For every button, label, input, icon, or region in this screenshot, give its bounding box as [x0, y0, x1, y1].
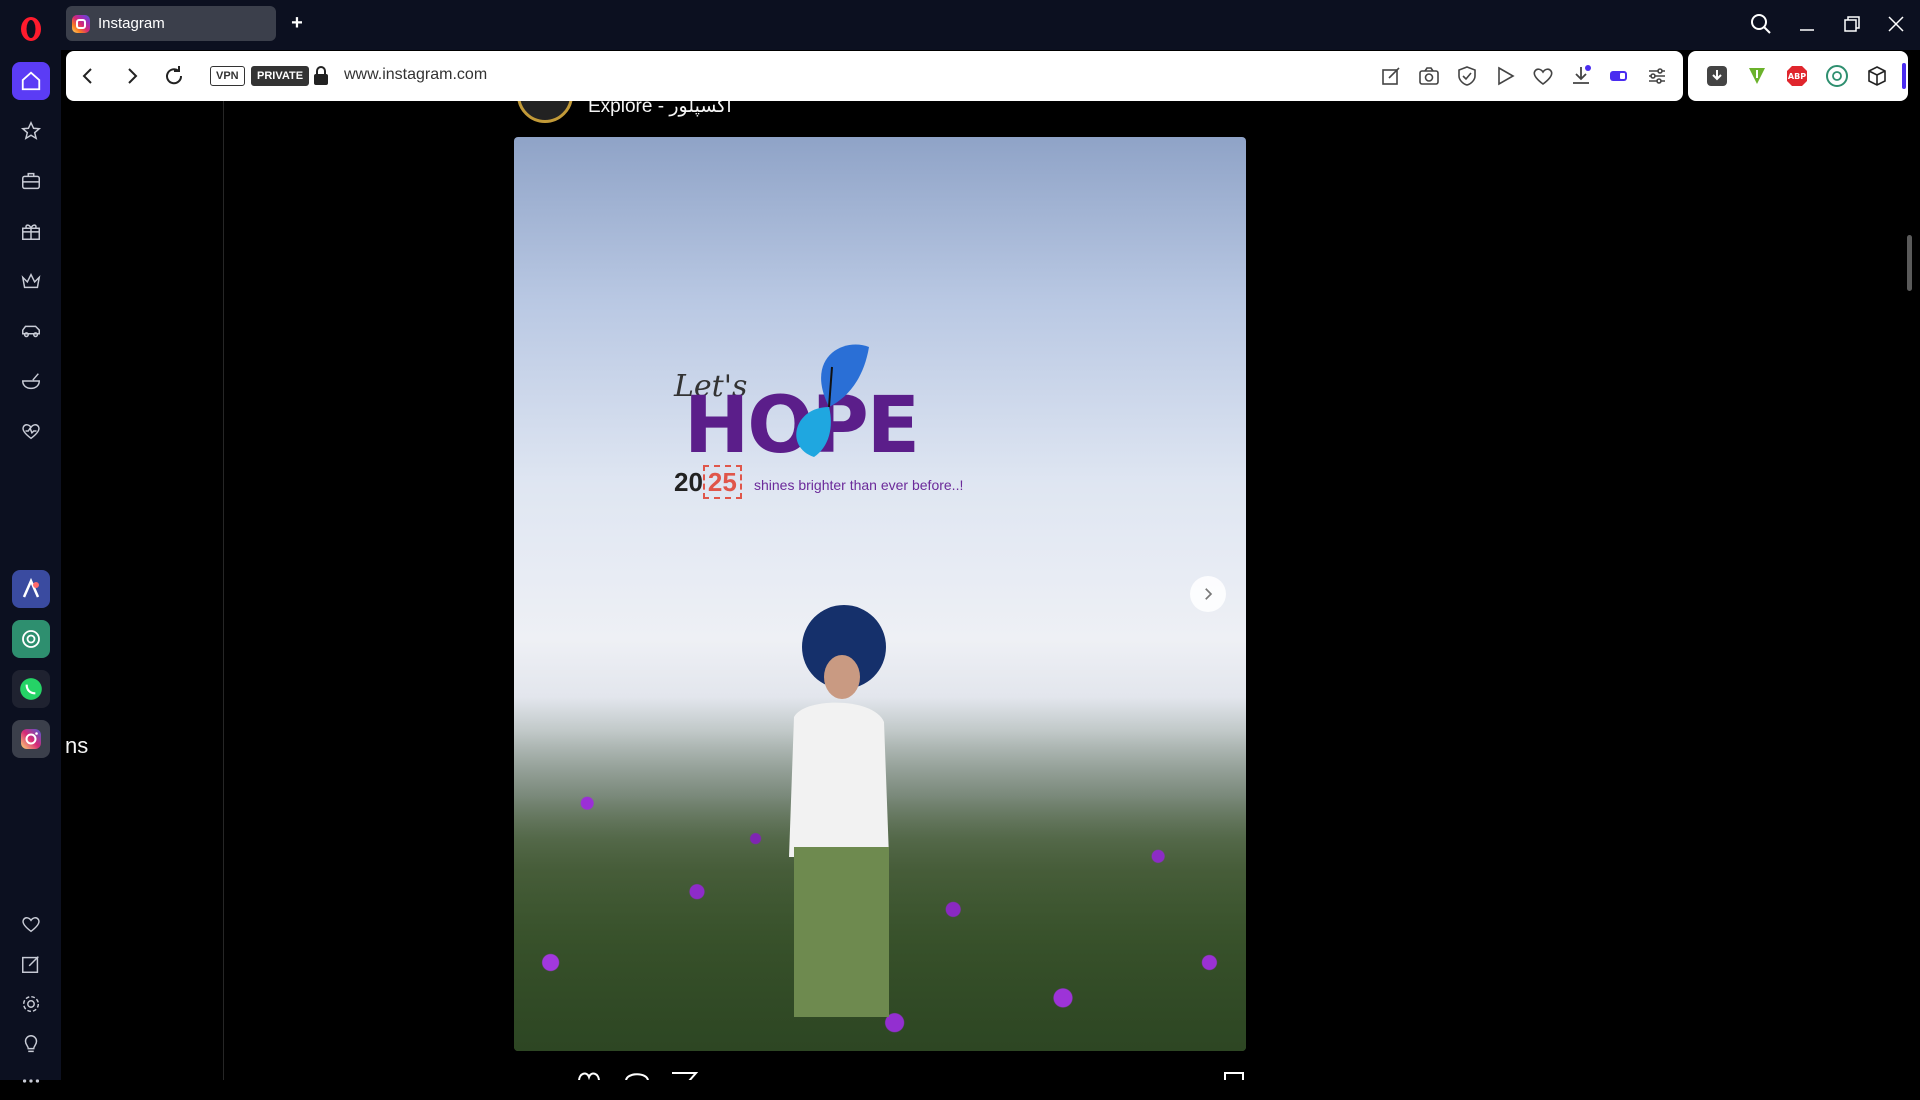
shield-icon[interactable]	[1455, 64, 1479, 88]
car-icon	[22, 325, 40, 338]
minimize-icon[interactable]	[1795, 12, 1819, 36]
sidebar-app-aria[interactable]	[12, 570, 50, 608]
save-icon[interactable]	[1219, 1069, 1249, 1080]
search-tabs-icon[interactable]	[1749, 12, 1773, 36]
adblock-plus-icon[interactable]: ABP	[1785, 64, 1809, 88]
heart-pulse-icon	[22, 424, 40, 440]
heart-icon	[22, 917, 40, 933]
downloader-extension-icon[interactable]	[1705, 64, 1729, 88]
close-icon[interactable]	[1884, 12, 1908, 36]
restore-icon[interactable]	[1840, 12, 1864, 36]
download-icon[interactable]	[1569, 64, 1593, 88]
pinboard-icon	[22, 956, 39, 973]
heart-icon[interactable]	[1531, 64, 1555, 88]
edit-icon[interactable]	[1379, 64, 1403, 88]
sidebar-crown[interactable]	[12, 262, 50, 300]
whatsapp-icon	[20, 678, 42, 700]
sidebar-favorites[interactable]	[12, 905, 50, 943]
post-author-avatar[interactable]	[517, 101, 573, 123]
more-icon	[22, 1079, 40, 1083]
briefcase-icon	[22, 172, 40, 190]
tab-instagram[interactable]: Instagram	[66, 6, 276, 41]
extensions-cube-icon[interactable]	[1865, 64, 1889, 88]
sidebar-gifts[interactable]	[12, 212, 50, 250]
ai-extension-icon[interactable]	[1825, 64, 1849, 88]
logo-tagline: shines brighter than ever before..!	[754, 477, 964, 493]
play-icon[interactable]	[1493, 64, 1517, 88]
torrent-extension-icon[interactable]	[1745, 64, 1769, 88]
address-bar: VPN PRIVATE www.instagram.com	[66, 51, 1683, 101]
easy-setup-icon[interactable]	[1645, 64, 1669, 88]
sidebar-settings[interactable]	[12, 985, 50, 1023]
sidebar-pinboards[interactable]	[12, 945, 50, 983]
title-bar: Instagram +	[0, 0, 1920, 50]
star-icon	[20, 121, 42, 140]
sidebar-home[interactable]	[12, 62, 50, 100]
comment-icon[interactable]	[622, 1069, 652, 1080]
gear-icon	[22, 995, 40, 1013]
vpn-badge[interactable]: VPN	[210, 66, 245, 86]
like-icon[interactable]	[574, 1069, 604, 1080]
logo-year: 20 25	[674, 465, 742, 499]
aria-icon	[22, 577, 40, 598]
person-figure	[789, 605, 889, 1017]
butterfly-icon	[796, 344, 869, 457]
logo-year-prefix: 20	[674, 467, 703, 497]
bowl-icon	[22, 373, 40, 390]
opera-sidebar	[0, 50, 61, 1083]
page-scrollbar[interactable]	[1905, 105, 1915, 1075]
sidebar-work[interactable]	[12, 162, 50, 200]
sidebar-app-chatgpt[interactable]	[12, 620, 50, 658]
sidebar-car[interactable]	[12, 312, 50, 350]
post-image[interactable]: Let's HOPE 2025 shines brighter than eve…	[514, 137, 1246, 1051]
private-badge: PRIVATE	[251, 66, 310, 86]
sidebar-food[interactable]	[12, 362, 50, 400]
tab-title: Instagram	[98, 15, 165, 32]
extensions-bar: ABP	[1688, 51, 1908, 101]
forward-icon[interactable]	[120, 64, 144, 88]
nav-partial-label[interactable]: ns	[65, 733, 88, 759]
page-content: ns Explore - اکسپلور Let's HOPE 2025 shi…	[61, 101, 1920, 1080]
sidebar-speed-dial[interactable]	[12, 112, 50, 150]
crown-icon	[21, 272, 41, 289]
sidebar-tips[interactable]	[12, 1025, 50, 1063]
lock-icon[interactable]	[312, 65, 330, 87]
gift-icon	[22, 224, 40, 240]
post-author-name[interactable]: Explore - اکسپلور	[588, 101, 732, 118]
scrollbar-thumb[interactable]	[1907, 235, 1912, 291]
carousel-next-button[interactable]	[1190, 576, 1226, 612]
url-field[interactable]: www.instagram.com	[344, 66, 487, 84]
share-icon[interactable]	[669, 1069, 699, 1080]
camera-icon[interactable]	[1417, 64, 1441, 88]
lightbulb-icon	[24, 1035, 38, 1053]
chevron-right-icon	[1205, 588, 1213, 600]
sidebar-health[interactable]	[12, 412, 50, 450]
sidebar-app-instagram[interactable]	[12, 720, 50, 758]
logo-year-highlight: 25	[702, 465, 742, 499]
opera-logo-icon[interactable]	[19, 15, 43, 43]
home-icon	[21, 71, 41, 91]
sidebar-toggle-indicator[interactable]	[1902, 63, 1906, 89]
svg-text:ABP: ABP	[1788, 72, 1806, 81]
reload-icon[interactable]	[162, 64, 186, 88]
instagram-icon	[21, 729, 41, 749]
instagram-nav-divider	[223, 101, 224, 1080]
sidebar-more[interactable]	[12, 1062, 50, 1100]
sidebar-app-whatsapp[interactable]	[12, 670, 50, 708]
battery-saver-icon[interactable]	[1607, 64, 1631, 88]
hope-2025-logo: Let's HOPE 2025 shines brighter than eve…	[674, 337, 994, 499]
new-tab-button[interactable]: +	[286, 12, 308, 34]
instagram-favicon-icon	[72, 14, 90, 33]
back-icon[interactable]	[76, 64, 100, 88]
chatgpt-icon	[22, 630, 40, 648]
